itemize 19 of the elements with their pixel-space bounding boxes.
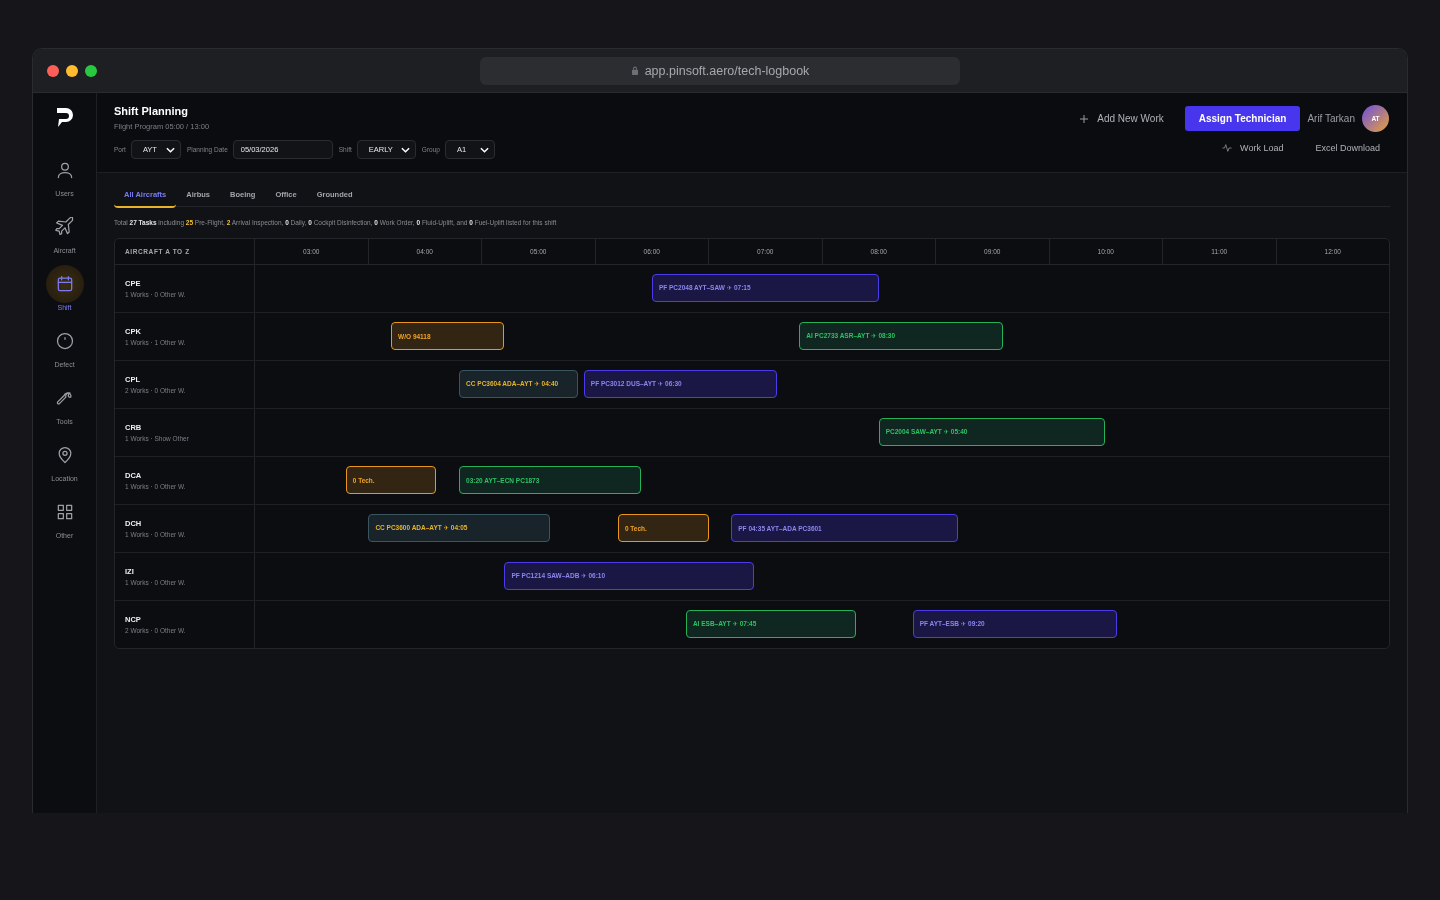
lock-icon	[630, 66, 639, 75]
caret-icon	[479, 146, 489, 153]
airplane-icon	[54, 217, 75, 237]
maximize-dot[interactable]	[85, 64, 97, 77]
address-bar[interactable]: app.pinsoft.aero/tech-logbook	[480, 56, 960, 85]
add-work-link[interactable]: Add New Work	[1079, 113, 1164, 124]
work-load-link[interactable]: Work Load	[1222, 143, 1284, 153]
pulse-icon	[1222, 143, 1233, 153]
close-dot[interactable]	[47, 64, 59, 77]
minimize-dot[interactable]	[66, 64, 78, 77]
page-title: Shift Planning	[114, 105, 189, 117]
caret-icon	[165, 146, 175, 153]
caret-icon	[400, 146, 410, 153]
alert-circle-icon	[54, 331, 75, 351]
user-name: Arif Tarkan	[1307, 113, 1355, 124]
url-text: app.pinsoft.aero/tech-logbook	[644, 63, 810, 78]
excel-download-link[interactable]: Excel Download	[1315, 143, 1380, 153]
assign-technician-button[interactable]: Assign Technician	[1184, 106, 1301, 131]
plus-icon	[1079, 113, 1090, 124]
